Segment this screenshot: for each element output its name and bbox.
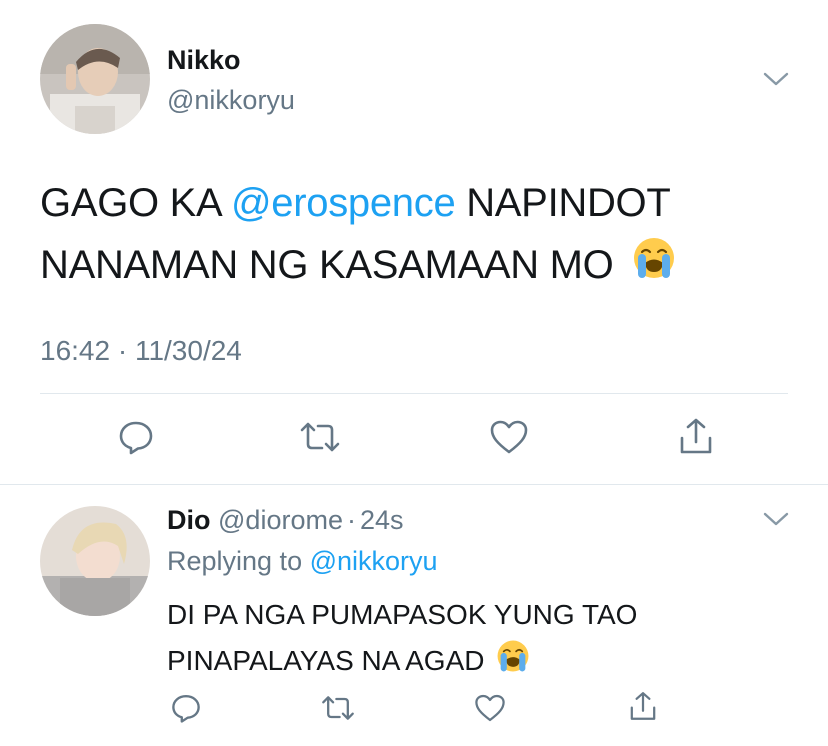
- reply-display-name[interactable]: Dio: [167, 505, 211, 535]
- avatar-dio[interactable]: [40, 506, 150, 616]
- reply-line-2: PINAPALAYAS NA AGAD: [167, 638, 787, 687]
- section-divider: [0, 484, 828, 485]
- reply-handle[interactable]: @diorome: [218, 505, 343, 535]
- tweet-line-1: GAGO KA @erospence NAPINDOT: [40, 172, 780, 234]
- reply-text: DI PA NGA PUMAPASOK YUNG TAO PINAPALAYAS…: [167, 592, 787, 687]
- reply-age[interactable]: 24s: [360, 505, 404, 535]
- replying-to: Replying to @nikkoryu: [167, 545, 438, 577]
- like-icon[interactable]: [489, 419, 529, 455]
- reply-header: Dio @diorome · 24s: [167, 504, 404, 536]
- reply-line-2-text: PINAPALAYAS NA AGAD: [167, 645, 485, 676]
- timestamp[interactable]: 16:42 · 11/30/24: [40, 334, 242, 368]
- reply-share-icon[interactable]: [627, 690, 659, 722]
- handle[interactable]: @nikkoryu: [167, 84, 295, 116]
- reply-separator: ·: [346, 505, 356, 535]
- crying-face-icon: [632, 236, 676, 298]
- reply-line-1: DI PA NGA PUMAPASOK YUNG TAO: [167, 599, 638, 630]
- tweet-line-2-text: NANAMAN NG KASAMAAN MO: [40, 243, 614, 287]
- avatar-nikko[interactable]: [40, 24, 150, 134]
- reply-chevron-down-icon[interactable]: [762, 510, 790, 528]
- divider: [40, 393, 788, 394]
- tweet-line-2: NANAMAN NG KASAMAAN MO: [40, 234, 780, 298]
- mention-link[interactable]: @erospence: [231, 181, 456, 225]
- replying-prefix: Replying to: [167, 546, 310, 576]
- chevron-down-icon[interactable]: [762, 70, 790, 88]
- replying-handle[interactable]: @nikkoryu: [310, 546, 438, 576]
- tweet-text: GAGO KA @erospence NAPINDOT NANAMAN NG K…: [40, 172, 780, 298]
- reply-crying-face-icon: [496, 639, 530, 687]
- reply-retweet-icon[interactable]: [320, 692, 356, 724]
- share-icon[interactable]: [676, 416, 716, 456]
- retweet-icon[interactable]: [298, 418, 342, 456]
- reply-icon[interactable]: [117, 418, 155, 456]
- display-name[interactable]: Nikko: [167, 44, 241, 76]
- reply-like-icon[interactable]: [474, 693, 506, 723]
- tweet-text-end: NAPINDOT: [455, 181, 671, 225]
- reply-reply-icon[interactable]: [170, 692, 202, 724]
- tweet-text-start: GAGO KA: [40, 181, 231, 225]
